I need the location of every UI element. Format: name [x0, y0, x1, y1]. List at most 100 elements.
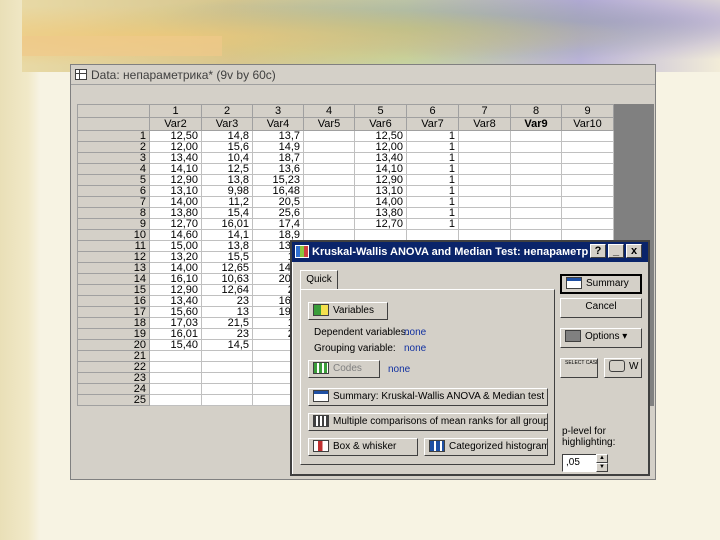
table-cell[interactable]	[510, 207, 562, 219]
table-cell[interactable]: 18,9	[252, 229, 304, 241]
row-header[interactable]: 4	[77, 163, 150, 175]
table-cell[interactable]	[149, 361, 202, 373]
spin-down-icon[interactable]: ▼	[596, 463, 608, 472]
table-cell[interactable]: 12,5	[201, 163, 253, 175]
row-header[interactable]: 6	[77, 185, 150, 197]
column-number[interactable]: 7	[458, 104, 511, 118]
table-cell[interactable]: 16,48	[252, 185, 304, 197]
table-cell[interactable]	[561, 152, 614, 164]
row-header[interactable]: 15	[77, 284, 150, 296]
table-cell[interactable]: 13,80	[354, 207, 407, 219]
select-cases-button[interactable]: SELECT CASES	[560, 358, 598, 378]
table-cell[interactable]: 25,6	[252, 207, 304, 219]
table-cell[interactable]	[201, 383, 253, 395]
row-header[interactable]: 20	[77, 339, 150, 351]
row-header[interactable]: 23	[77, 372, 150, 384]
table-cell[interactable]	[458, 218, 511, 230]
table-cell[interactable]: 23	[201, 328, 253, 340]
row-header[interactable]: 8	[77, 207, 150, 219]
row-header[interactable]: 1	[77, 130, 150, 142]
table-cell[interactable]	[303, 152, 355, 164]
variables-button[interactable]: Variables	[308, 302, 388, 320]
table-cell[interactable]	[458, 141, 511, 153]
dialog-title-bar[interactable]: Kruskal-Wallis ANOVA and Median Test: не…	[292, 242, 648, 262]
weight-button[interactable]: W	[604, 358, 642, 378]
table-cell[interactable]	[303, 141, 355, 153]
options-button[interactable]: Options ▾	[560, 328, 642, 348]
close-button[interactable]: x	[626, 244, 642, 258]
row-header[interactable]: 17	[77, 306, 150, 318]
table-cell[interactable]	[201, 361, 253, 373]
table-cell[interactable]	[510, 218, 562, 230]
table-cell[interactable]	[561, 207, 614, 219]
table-cell[interactable]	[458, 207, 511, 219]
table-cell[interactable]	[510, 130, 562, 142]
table-cell[interactable]: 1	[406, 174, 459, 186]
table-cell[interactable]	[458, 185, 511, 197]
table-cell[interactable]: 15,5	[201, 251, 253, 263]
row-header[interactable]: 18	[77, 317, 150, 329]
table-cell[interactable]	[510, 141, 562, 153]
table-cell[interactable]: 13,8	[201, 174, 253, 186]
table-cell[interactable]	[561, 174, 614, 186]
box-whisker-button[interactable]: Box & whisker	[308, 438, 418, 456]
help-button[interactable]: ?	[590, 244, 606, 258]
table-cell[interactable]: 15,23	[252, 174, 304, 186]
table-cell[interactable]: 1	[406, 207, 459, 219]
table-cell[interactable]	[510, 196, 562, 208]
table-cell[interactable]: 14,9	[252, 141, 304, 153]
table-cell[interactable]	[561, 229, 614, 241]
table-cell[interactable]: 12,70	[149, 218, 202, 230]
categorized-histogram-button[interactable]: Categorized histogram	[424, 438, 548, 456]
table-cell[interactable]	[510, 152, 562, 164]
table-cell[interactable]: 17,4	[252, 218, 304, 230]
table-cell[interactable]	[510, 174, 562, 186]
table-cell[interactable]	[458, 229, 511, 241]
table-cell[interactable]: 12,90	[149, 284, 202, 296]
codes-button[interactable]: Codes	[308, 360, 380, 378]
column-number[interactable]: 9	[561, 104, 614, 118]
table-cell[interactable]	[561, 130, 614, 142]
table-cell[interactable]	[201, 350, 253, 362]
column-header[interactable]: Var7	[406, 117, 459, 131]
table-cell[interactable]	[303, 130, 355, 142]
column-header[interactable]: Var6	[354, 117, 407, 131]
table-cell[interactable]: 13,40	[149, 152, 202, 164]
column-header[interactable]: Var2	[149, 117, 202, 131]
table-cell[interactable]	[458, 163, 511, 175]
table-cell[interactable]	[458, 130, 511, 142]
table-cell[interactable]	[458, 152, 511, 164]
row-header[interactable]: 10	[77, 229, 150, 241]
summary-kruskal-wallis-button[interactable]: Summary: Kruskal-Wallis ANOVA & Median t…	[308, 388, 548, 406]
row-header[interactable]: 13	[77, 262, 150, 274]
table-cell[interactable]: 14,10	[149, 163, 202, 175]
column-header[interactable]: Var5	[303, 117, 355, 131]
table-cell[interactable]: 12,50	[149, 130, 202, 142]
table-cell[interactable]	[354, 229, 407, 241]
table-cell[interactable]	[201, 372, 253, 384]
table-cell[interactable]	[149, 394, 202, 406]
row-header[interactable]: 9	[77, 218, 150, 230]
table-cell[interactable]	[303, 218, 355, 230]
table-cell[interactable]: 12,90	[149, 174, 202, 186]
table-cell[interactable]: 15,4	[201, 207, 253, 219]
table-cell[interactable]: 15,6	[201, 141, 253, 153]
table-cell[interactable]: 15,60	[149, 306, 202, 318]
row-header[interactable]: 11	[77, 240, 150, 252]
table-cell[interactable]: 13,6	[252, 163, 304, 175]
table-cell[interactable]: 12,64	[201, 284, 253, 296]
cancel-button[interactable]: Cancel	[560, 298, 642, 318]
column-header[interactable]: Var10	[561, 117, 614, 131]
row-header[interactable]: 25	[77, 394, 150, 406]
table-cell[interactable]: 14,8	[201, 130, 253, 142]
column-number[interactable]: 6	[406, 104, 459, 118]
table-cell[interactable]: 1	[406, 130, 459, 142]
table-cell[interactable]: 13,20	[149, 251, 202, 263]
table-cell[interactable]: 14,60	[149, 229, 202, 241]
row-header[interactable]: 21	[77, 350, 150, 362]
column-number[interactable]: 2	[201, 104, 253, 118]
table-cell[interactable]: 12,70	[354, 218, 407, 230]
table-cell[interactable]	[303, 174, 355, 186]
table-cell[interactable]: 13,10	[149, 185, 202, 197]
table-cell[interactable]: 10,4	[201, 152, 253, 164]
